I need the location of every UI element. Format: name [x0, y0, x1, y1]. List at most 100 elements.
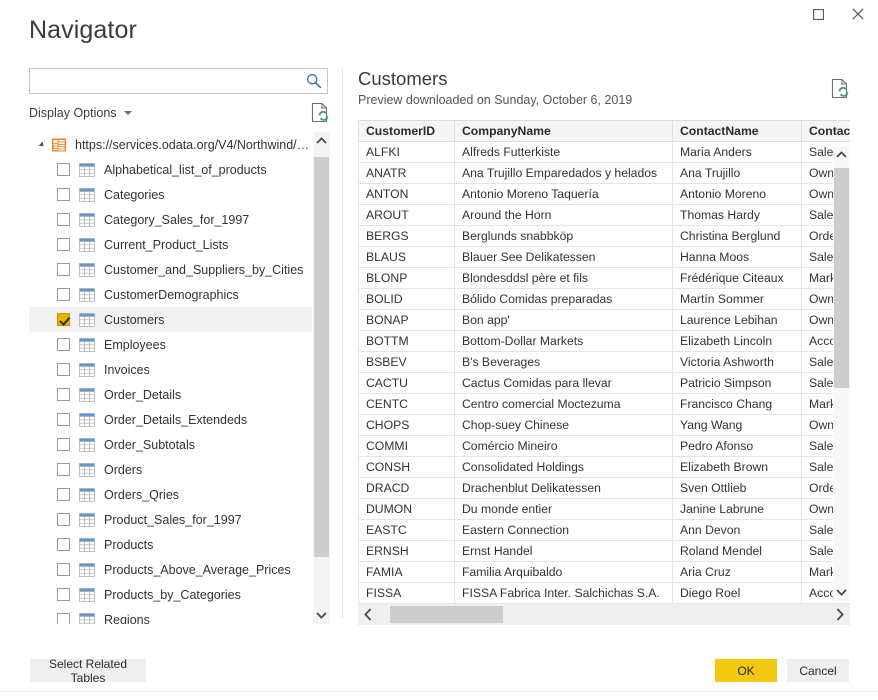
table-cell: Elizabeth Lincoln [672, 330, 802, 352]
tree-item-customers[interactable]: Customers [29, 307, 312, 332]
checkbox-unchecked-icon[interactable] [57, 363, 70, 376]
tree-vertical-scrollbar[interactable] [313, 132, 330, 624]
checkbox-unchecked-icon[interactable] [57, 213, 70, 226]
checkbox-unchecked-icon[interactable] [57, 238, 70, 251]
table-row: DUMON Du monde entier Janine Labrune Owner [358, 498, 850, 520]
table-cell: Antonio Moreno Taquería [454, 183, 673, 205]
expander-triangle-icon[interactable] [35, 138, 49, 152]
checkbox-unchecked-icon[interactable] [57, 613, 70, 624]
table-cell: Aria Cruz [672, 561, 802, 583]
table-body: ALFKI Alfreds Futterkiste Maria Anders Sale… [358, 141, 850, 604]
search-input[interactable] [35, 69, 301, 95]
table-cell: Pedro Afonso [672, 435, 802, 457]
tree-item-label: Orders_Qries [104, 487, 180, 502]
checkbox-unchecked-icon[interactable] [57, 488, 70, 501]
refresh-document-icon[interactable] [310, 102, 330, 124]
checkbox-unchecked-icon[interactable] [57, 188, 70, 201]
tree-item-order-details-extendeds[interactable]: Order_Details_Extendeds [29, 407, 312, 432]
tree-item-order-subtotals[interactable]: Order_Subtotals [29, 432, 312, 457]
tree-item-label: Current_Product_Lists [104, 237, 229, 252]
checkbox-unchecked-icon[interactable] [57, 513, 70, 526]
tree-item-order-details[interactable]: Order_Details [29, 382, 312, 407]
table-cell: AROUT [358, 204, 455, 226]
checkbox-unchecked-icon[interactable] [57, 288, 70, 301]
refresh-preview-icon[interactable] [830, 78, 850, 100]
checkbox-unchecked-icon[interactable] [57, 388, 70, 401]
table-row: EASTCEastern ConnectionAnn DevonSales Ag… [358, 519, 850, 541]
checkbox-checked-icon[interactable] [57, 313, 70, 326]
table-cell: FISSA Fabrica Inter. Salchichas S.A. [454, 582, 673, 604]
tree-item-invoices[interactable]: Invoices [29, 357, 312, 382]
tree-item-label: Order_Subtotals [104, 437, 196, 452]
table-cell: Laurence Lebihan [672, 309, 802, 331]
tree-item-alphabetical-list-of-products[interactable]: Alphabetical_list_of_products [29, 157, 312, 182]
tree-item-orders[interactable]: Orders [29, 457, 312, 482]
ok-button[interactable]: OK [715, 659, 777, 682]
tree-root-node[interactable]: https://services.odata.org/V4/Northwind/… [29, 132, 312, 157]
checkbox-unchecked-icon[interactable] [57, 463, 70, 476]
tree-scroll-up-button[interactable] [313, 132, 330, 149]
table-icon [79, 287, 95, 302]
table-cell: CENTC [358, 393, 455, 415]
checkbox-unchecked-icon[interactable] [57, 563, 70, 576]
table-cell: Chop-suey Chinese [454, 414, 673, 436]
window-controls [798, 0, 878, 28]
tree-item-categories[interactable]: Categories [29, 182, 312, 207]
chevron-up-icon [316, 137, 327, 144]
tree-item-regions[interactable]: Regions [29, 607, 312, 624]
tree-scroll-down-button[interactable] [313, 607, 330, 624]
maximize-button[interactable] [798, 0, 838, 28]
grid-scroll-left-button[interactable] [358, 604, 378, 625]
column-header[interactable]: ContactTitle [801, 120, 850, 142]
table-row: ANATR Ana Trujillo Emparedados y helados A… [358, 162, 850, 184]
table-cell: Comércio Mineiro [454, 435, 673, 457]
grid-horizontal-scrollbar[interactable] [358, 604, 850, 625]
tree-item-employees[interactable]: Employees [29, 332, 312, 357]
cancel-button[interactable]: Cancel [787, 659, 849, 682]
grid-scroll-right-button[interactable] [830, 604, 850, 625]
checkbox-unchecked-icon[interactable] [57, 338, 70, 351]
close-button[interactable] [838, 0, 878, 28]
tree-item-products-above-average-prices[interactable]: Products_Above_Average_Prices [29, 557, 312, 582]
grid-scroll-up-button[interactable] [833, 146, 850, 163]
grid-scrollbar-thumb[interactable] [834, 168, 849, 388]
tree-item-category-sales-for-1997[interactable]: Category_Sales_for_1997 [29, 207, 312, 232]
display-options-button[interactable]: Display Options [29, 106, 132, 120]
table-cell: Consolidated Holdings [454, 456, 673, 478]
checkbox-unchecked-icon[interactable] [57, 438, 70, 451]
tree-item-product-sales-for-1997[interactable]: Product_Sales_for_1997 [29, 507, 312, 532]
column-header[interactable]: CustomerID [358, 120, 455, 142]
table-cell: COMMI [358, 435, 455, 457]
tree-item-products-by-categories[interactable]: Products_by_Categories [29, 582, 312, 607]
tree-scrollbar-thumb[interactable] [314, 157, 329, 557]
search-box[interactable] [29, 68, 328, 95]
table-icon [79, 162, 95, 177]
tree-item-orders-qries[interactable]: Orders_Qries [29, 482, 312, 507]
checkbox-unchecked-icon[interactable] [57, 163, 70, 176]
tree-item-products[interactable]: Products [29, 532, 312, 557]
checkbox-unchecked-icon[interactable] [57, 538, 70, 551]
column-header[interactable]: ContactName [672, 120, 802, 142]
footer-separator [0, 691, 878, 692]
grid-scroll-down-button[interactable] [833, 584, 850, 601]
tree-item-customerdemographics[interactable]: CustomerDemographics [29, 282, 312, 307]
grid-hscrollbar-thumb[interactable] [390, 606, 503, 623]
table-cell: B's Beverages [454, 351, 673, 373]
table-cell: BOLID [358, 288, 455, 310]
table-cell: Du monde entier [454, 498, 673, 520]
column-header[interactable]: CompanyName [454, 120, 673, 142]
table-cell: Bólido Comidas preparadas [454, 288, 673, 310]
checkbox-unchecked-icon[interactable] [57, 588, 70, 601]
table-row: BERGS Berglunds snabbköp Christina Berglun… [358, 225, 850, 247]
table-cell: Roland Mendel [672, 540, 802, 562]
tree-item-current-product-lists[interactable]: Current_Product_Lists [29, 232, 312, 257]
tree-item-customer-and-suppliers-by-cities[interactable]: Customer_and_Suppliers_by_Cities [29, 257, 312, 282]
checkbox-unchecked-icon[interactable] [57, 413, 70, 426]
search-icon[interactable] [305, 72, 323, 90]
table-cell: Ana Trujillo Emparedados y helados [454, 162, 673, 184]
pane-divider [342, 68, 343, 618]
table-cell: Blondesddsl père et fils [454, 267, 673, 289]
checkbox-unchecked-icon[interactable] [57, 263, 70, 276]
grid-vertical-scrollbar[interactable] [833, 146, 850, 601]
select-related-tables-button[interactable]: Select Related Tables [30, 657, 146, 685]
